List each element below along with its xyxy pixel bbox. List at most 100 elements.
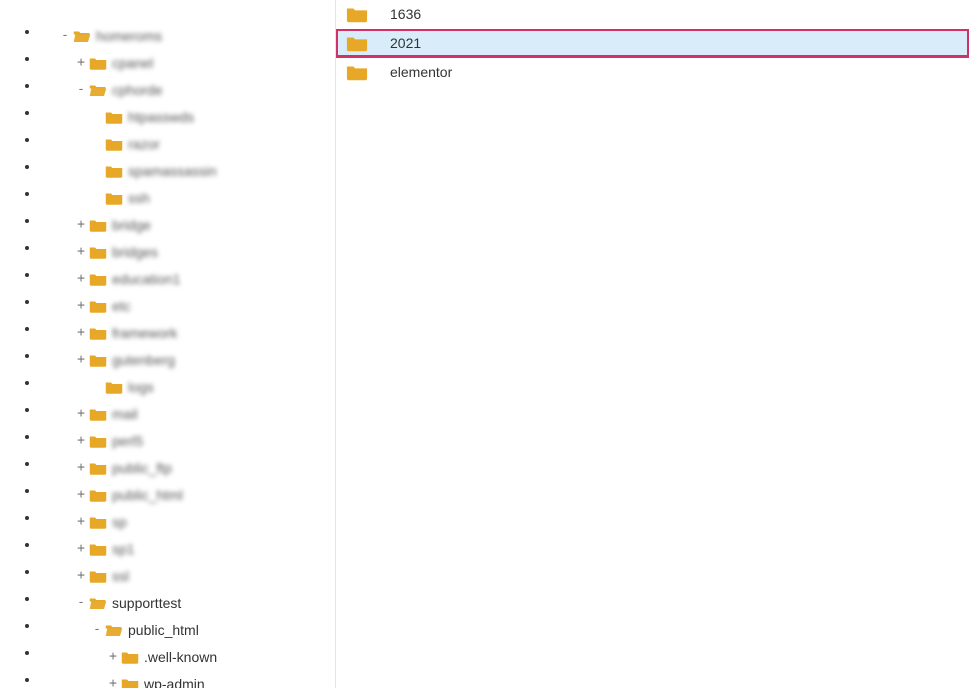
expand-toggle[interactable]: + (74, 511, 88, 533)
tree-node-label: education1 (111, 268, 181, 290)
tree-node-framework[interactable]: + framework (40, 322, 335, 344)
folder-icon (89, 407, 107, 421)
tree-node--well-known[interactable]: + .well-known (40, 646, 335, 668)
expand-toggle[interactable]: + (106, 673, 120, 688)
folder-icon (105, 137, 123, 151)
tree-node-label: etc (111, 295, 131, 317)
collapse-toggle[interactable]: - (74, 79, 88, 101)
tree-node-label: public_html (111, 484, 183, 506)
tree-node-htpasswds[interactable]: +htpasswds (40, 106, 335, 128)
folder-icon (89, 56, 107, 70)
tree-node-label: framework (111, 322, 177, 344)
tree-node-label: htpasswds (127, 106, 194, 128)
tree-node-label: perl5 (111, 430, 143, 452)
tree-node-sp1[interactable]: + sp1 (40, 538, 335, 560)
tree-node-logs[interactable]: +logs (40, 376, 335, 398)
expand-toggle[interactable]: + (74, 457, 88, 479)
folder-icon (105, 164, 123, 178)
folder-name: 1636 (390, 6, 421, 22)
folder-icon (89, 299, 107, 313)
tree-node-label: gutenberg (111, 349, 175, 371)
folder-icon (89, 272, 107, 286)
tree-node-label: supporttest (111, 592, 181, 614)
folder-row-1636[interactable]: 1636 (336, 0, 969, 29)
tree-node-bridge[interactable]: + bridge (40, 214, 335, 236)
tree-node-label: cpanel (111, 52, 153, 74)
tree-node-label: bridge (111, 214, 151, 236)
tree-node-gutenberg[interactable]: + gutenberg (40, 349, 335, 371)
tree-node-spamassassin[interactable]: +spamassassin (40, 160, 335, 182)
expand-toggle[interactable]: + (74, 430, 88, 452)
tree-node-label: wp-admin (143, 673, 205, 688)
folder-icon (89, 326, 107, 340)
expand-toggle[interactable]: + (74, 241, 88, 263)
expand-toggle[interactable]: + (74, 268, 88, 290)
folder-icon (89, 218, 107, 232)
tree-node-label: public_ftp (111, 457, 172, 479)
folder-icon (89, 488, 107, 502)
folder-icon (105, 380, 123, 394)
tree-node-sp[interactable]: + sp (40, 511, 335, 533)
folder-tree-pane: -homeroms+cpanel-cphorde+htpasswds+razor… (0, 0, 336, 688)
expand-toggle[interactable]: + (74, 52, 88, 74)
tree-node-homeroms[interactable]: -homeroms (40, 25, 335, 47)
tree-node-public-ftp[interactable]: + public_ftp (40, 457, 335, 479)
expand-toggle[interactable]: + (74, 295, 88, 317)
tree-node-label: spamassassin (127, 160, 217, 182)
tree-node-supporttest[interactable]: - supporttest (40, 592, 335, 614)
folder-name: elementor (390, 64, 452, 80)
tree-node-ssl[interactable]: + ssl (40, 565, 335, 587)
tree-node-bridges[interactable]: + bridges (40, 241, 335, 263)
tree-node-label: .well-known (143, 646, 217, 668)
folder-icon (105, 191, 123, 205)
collapse-toggle[interactable]: - (58, 25, 72, 47)
folder-icon (346, 63, 368, 81)
collapse-toggle[interactable]: - (90, 619, 104, 641)
folder-row-elementor[interactable]: elementor (336, 58, 969, 87)
collapse-toggle[interactable]: - (74, 592, 88, 614)
tree-node-public-html[interactable]: + public_html (40, 484, 335, 506)
tree-node-etc[interactable]: + etc (40, 295, 335, 317)
tree-node-perl5[interactable]: + perl5 (40, 430, 335, 452)
folder-open-icon (89, 596, 107, 610)
tree-node-cphorde[interactable]: -cphorde (40, 79, 335, 101)
folder-tree: -homeroms+cpanel-cphorde+htpasswds+razor… (0, 20, 335, 688)
folder-row-2021[interactable]: 2021 (336, 29, 969, 58)
tree-node-label: razor (127, 133, 160, 155)
expand-toggle[interactable]: + (106, 646, 120, 668)
folder-icon (346, 34, 368, 52)
tree-node-label: mail (111, 403, 138, 425)
folder-icon (89, 569, 107, 583)
tree-node-education1[interactable]: + education1 (40, 268, 335, 290)
folder-open-icon (105, 623, 123, 637)
folder-icon (105, 110, 123, 124)
expand-toggle[interactable]: + (74, 322, 88, 344)
folder-icon (89, 542, 107, 556)
tree-node-label: logs (127, 376, 154, 398)
tree-node-label: public_html (127, 619, 199, 641)
folder-name: 2021 (390, 35, 421, 51)
expand-toggle[interactable]: + (74, 538, 88, 560)
expand-toggle[interactable]: + (74, 349, 88, 371)
tree-node-cpanel[interactable]: + cpanel (40, 52, 335, 74)
tree-node-wp-admin[interactable]: + wp-admin (40, 673, 335, 688)
tree-node-razor[interactable]: +razor (40, 133, 335, 155)
folder-icon (89, 434, 107, 448)
tree-node-ssh[interactable]: +ssh (40, 187, 335, 209)
folder-icon (89, 461, 107, 475)
expand-toggle[interactable]: + (74, 214, 88, 236)
file-manager: -homeroms+cpanel-cphorde+htpasswds+razor… (0, 0, 969, 688)
folder-icon (121, 677, 139, 688)
tree-node-public-html[interactable]: - public_html (40, 619, 335, 641)
expand-toggle[interactable]: + (74, 484, 88, 506)
folder-open-icon (89, 83, 107, 97)
expand-toggle[interactable]: + (74, 403, 88, 425)
expand-toggle[interactable]: + (74, 565, 88, 587)
folder-contents-pane: 1636 2021 elementor (336, 0, 969, 688)
tree-node-label: sp1 (111, 538, 135, 560)
tree-node-label: bridges (111, 241, 158, 263)
tree-node-mail[interactable]: + mail (40, 403, 335, 425)
folder-icon (121, 650, 139, 664)
tree-node-label: sp (111, 511, 127, 533)
tree-node-label: ssl (111, 565, 129, 587)
